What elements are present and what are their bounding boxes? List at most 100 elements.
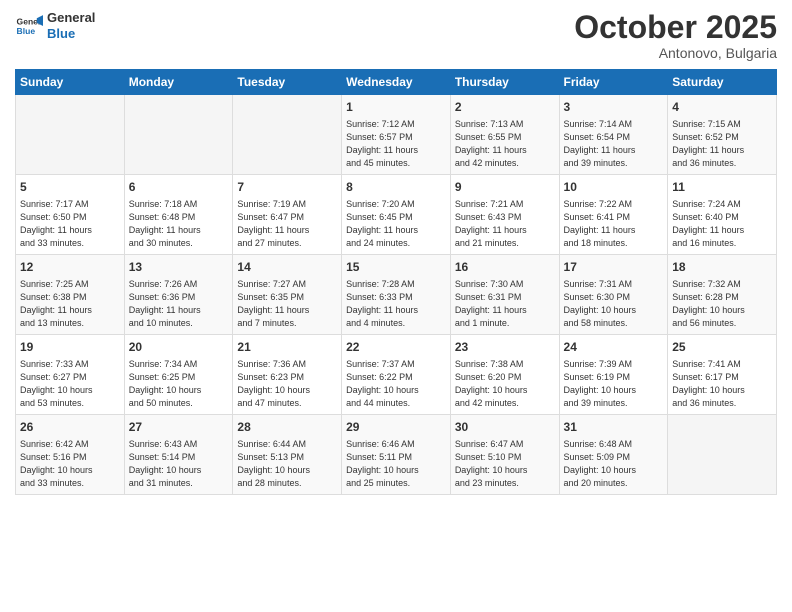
day-number: 24 [564,339,664,356]
day-info: Sunrise: 6:46 AM Sunset: 5:11 PM Dayligh… [346,438,446,490]
day-info: Sunrise: 7:36 AM Sunset: 6:23 PM Dayligh… [237,358,337,410]
calendar-cell: 2 Sunrise: 7:13 AM Sunset: 6:55 PM Daylig… [450,95,559,175]
day-number: 12 [20,259,120,276]
weekday-header-monday: Monday [124,70,233,95]
day-number: 30 [455,419,555,436]
calendar-cell [668,415,777,495]
calendar-cell: 29 Sunrise: 6:46 AM Sunset: 5:11 PM Dayli… [342,415,451,495]
day-number: 14 [237,259,337,276]
calendar-cell: 20 Sunrise: 7:34 AM Sunset: 6:25 PM Dayli… [124,335,233,415]
weekday-header-sunday: Sunday [16,70,125,95]
calendar-cell: 11 Sunrise: 7:24 AM Sunset: 6:40 PM Dayli… [668,175,777,255]
calendar-cell: 21 Sunrise: 7:36 AM Sunset: 6:23 PM Dayli… [233,335,342,415]
calendar-cell: 9 Sunrise: 7:21 AM Sunset: 6:43 PM Daylig… [450,175,559,255]
calendar-cell: 18Sunrise: 7:32 AM Sunset: 6:28 PM Dayli… [668,255,777,335]
calendar-cell: 13 Sunrise: 7:26 AM Sunset: 6:36 PM Dayli… [124,255,233,335]
day-info: Sunrise: 6:47 AM Sunset: 5:10 PM Dayligh… [455,438,555,490]
day-number: 7 [237,179,337,196]
day-number: 26 [20,419,120,436]
calendar-cell: 6Sunrise: 7:18 AM Sunset: 6:48 PM Daylig… [124,175,233,255]
weekday-header-tuesday: Tuesday [233,70,342,95]
calendar-cell: 30 Sunrise: 6:47 AM Sunset: 5:10 PM Dayli… [450,415,559,495]
week-row-2: 5 Sunrise: 7:17 AM Sunset: 6:50 PM Daylig… [16,175,777,255]
day-number: 31 [564,419,664,436]
logo: General Blue General Blue [15,10,95,41]
page: General Blue General Blue October 2025 A… [0,0,792,612]
weekday-header-wednesday: Wednesday [342,70,451,95]
day-info: Sunrise: 7:37 AM Sunset: 6:22 PM Dayligh… [346,358,446,410]
day-info: Sunrise: 7:25 AM Sunset: 6:38 PM Dayligh… [20,278,120,330]
day-number: 23 [455,339,555,356]
day-number: 15 [346,259,446,276]
day-number: 11 [672,179,772,196]
calendar-cell: 22 Sunrise: 7:37 AM Sunset: 6:22 PM Dayli… [342,335,451,415]
day-info: Sunrise: 7:26 AM Sunset: 6:36 PM Dayligh… [129,278,229,330]
day-info: Sunrise: 7:39 AM Sunset: 6:19 PM Dayligh… [564,358,664,410]
day-info: Sunrise: 7:41 AM Sunset: 6:17 PM Dayligh… [672,358,772,410]
day-info: Sunrise: 7:19 AM Sunset: 6:47 PM Dayligh… [237,198,337,250]
day-info: Sunrise: 7:24 AM Sunset: 6:40 PM Dayligh… [672,198,772,250]
title-block: October 2025 Antonovo, Bulgaria [574,10,777,61]
calendar-cell: 8 Sunrise: 7:20 AM Sunset: 6:45 PM Daylig… [342,175,451,255]
day-number: 16 [455,259,555,276]
calendar-cell: 23 Sunrise: 7:38 AM Sunset: 6:20 PM Dayli… [450,335,559,415]
day-info: Sunrise: 6:43 AM Sunset: 5:14 PM Dayligh… [129,438,229,490]
weekday-header-saturday: Saturday [668,70,777,95]
calendar-cell: 4 Sunrise: 7:15 AM Sunset: 6:52 PM Daylig… [668,95,777,175]
day-number: 3 [564,99,664,116]
day-number: 29 [346,419,446,436]
weekday-header-friday: Friday [559,70,668,95]
day-info: Sunrise: 7:34 AM Sunset: 6:25 PM Dayligh… [129,358,229,410]
day-number: 21 [237,339,337,356]
calendar-cell: 26 Sunrise: 6:42 AM Sunset: 5:16 PM Dayli… [16,415,125,495]
day-info: Sunrise: 7:31 AM Sunset: 6:30 PM Dayligh… [564,278,664,330]
calendar-cell: 16Sunrise: 7:30 AM Sunset: 6:31 PM Dayli… [450,255,559,335]
day-number: 27 [129,419,229,436]
day-info: Sunrise: 7:13 AM Sunset: 6:55 PM Dayligh… [455,118,555,170]
calendar-cell [124,95,233,175]
day-number: 13 [129,259,229,276]
calendar-cell: 3Sunrise: 7:14 AM Sunset: 6:54 PM Daylig… [559,95,668,175]
day-number: 25 [672,339,772,356]
day-number: 2 [455,99,555,116]
weekday-header-row: SundayMondayTuesdayWednesdayThursdayFrid… [16,70,777,95]
day-info: Sunrise: 7:17 AM Sunset: 6:50 PM Dayligh… [20,198,120,250]
day-number: 8 [346,179,446,196]
calendar-cell: 7 Sunrise: 7:19 AM Sunset: 6:47 PM Daylig… [233,175,342,255]
day-number: 20 [129,339,229,356]
week-row-4: 19 Sunrise: 7:33 AM Sunset: 6:27 PM Dayli… [16,335,777,415]
month-title: October 2025 [574,10,777,45]
day-info: Sunrise: 7:12 AM Sunset: 6:57 PM Dayligh… [346,118,446,170]
day-info: Sunrise: 7:20 AM Sunset: 6:45 PM Dayligh… [346,198,446,250]
day-info: Sunrise: 7:22 AM Sunset: 6:41 PM Dayligh… [564,198,664,250]
day-number: 22 [346,339,446,356]
day-number: 17 [564,259,664,276]
calendar-cell [16,95,125,175]
day-info: Sunrise: 7:38 AM Sunset: 6:20 PM Dayligh… [455,358,555,410]
day-info: Sunrise: 6:42 AM Sunset: 5:16 PM Dayligh… [20,438,120,490]
calendar-cell: 17 Sunrise: 7:31 AM Sunset: 6:30 PM Dayli… [559,255,668,335]
week-row-3: 12 Sunrise: 7:25 AM Sunset: 6:38 PM Dayli… [16,255,777,335]
calendar-cell: 10Sunrise: 7:22 AM Sunset: 6:41 PM Dayli… [559,175,668,255]
day-info: Sunrise: 7:27 AM Sunset: 6:35 PM Dayligh… [237,278,337,330]
svg-text:Blue: Blue [17,25,36,35]
calendar-table: SundayMondayTuesdayWednesdayThursdayFrid… [15,69,777,495]
day-number: 6 [129,179,229,196]
week-row-1: 1Sunrise: 7:12 AM Sunset: 6:57 PM Daylig… [16,95,777,175]
day-number: 28 [237,419,337,436]
calendar-cell: 25 Sunrise: 7:41 AM Sunset: 6:17 PM Dayli… [668,335,777,415]
calendar-cell: 5 Sunrise: 7:17 AM Sunset: 6:50 PM Daylig… [16,175,125,255]
day-number: 9 [455,179,555,196]
calendar-cell: 12 Sunrise: 7:25 AM Sunset: 6:38 PM Dayli… [16,255,125,335]
day-info: Sunrise: 7:15 AM Sunset: 6:52 PM Dayligh… [672,118,772,170]
calendar-cell: 28 Sunrise: 6:44 AM Sunset: 5:13 PM Dayli… [233,415,342,495]
day-number: 4 [672,99,772,116]
day-info: Sunrise: 7:33 AM Sunset: 6:27 PM Dayligh… [20,358,120,410]
day-number: 5 [20,179,120,196]
week-row-5: 26 Sunrise: 6:42 AM Sunset: 5:16 PM Dayli… [16,415,777,495]
day-number: 19 [20,339,120,356]
day-info: Sunrise: 6:44 AM Sunset: 5:13 PM Dayligh… [237,438,337,490]
calendar-cell: 27 Sunrise: 6:43 AM Sunset: 5:14 PM Dayli… [124,415,233,495]
day-info: Sunrise: 7:21 AM Sunset: 6:43 PM Dayligh… [455,198,555,250]
calendar-body: 1Sunrise: 7:12 AM Sunset: 6:57 PM Daylig… [16,95,777,495]
